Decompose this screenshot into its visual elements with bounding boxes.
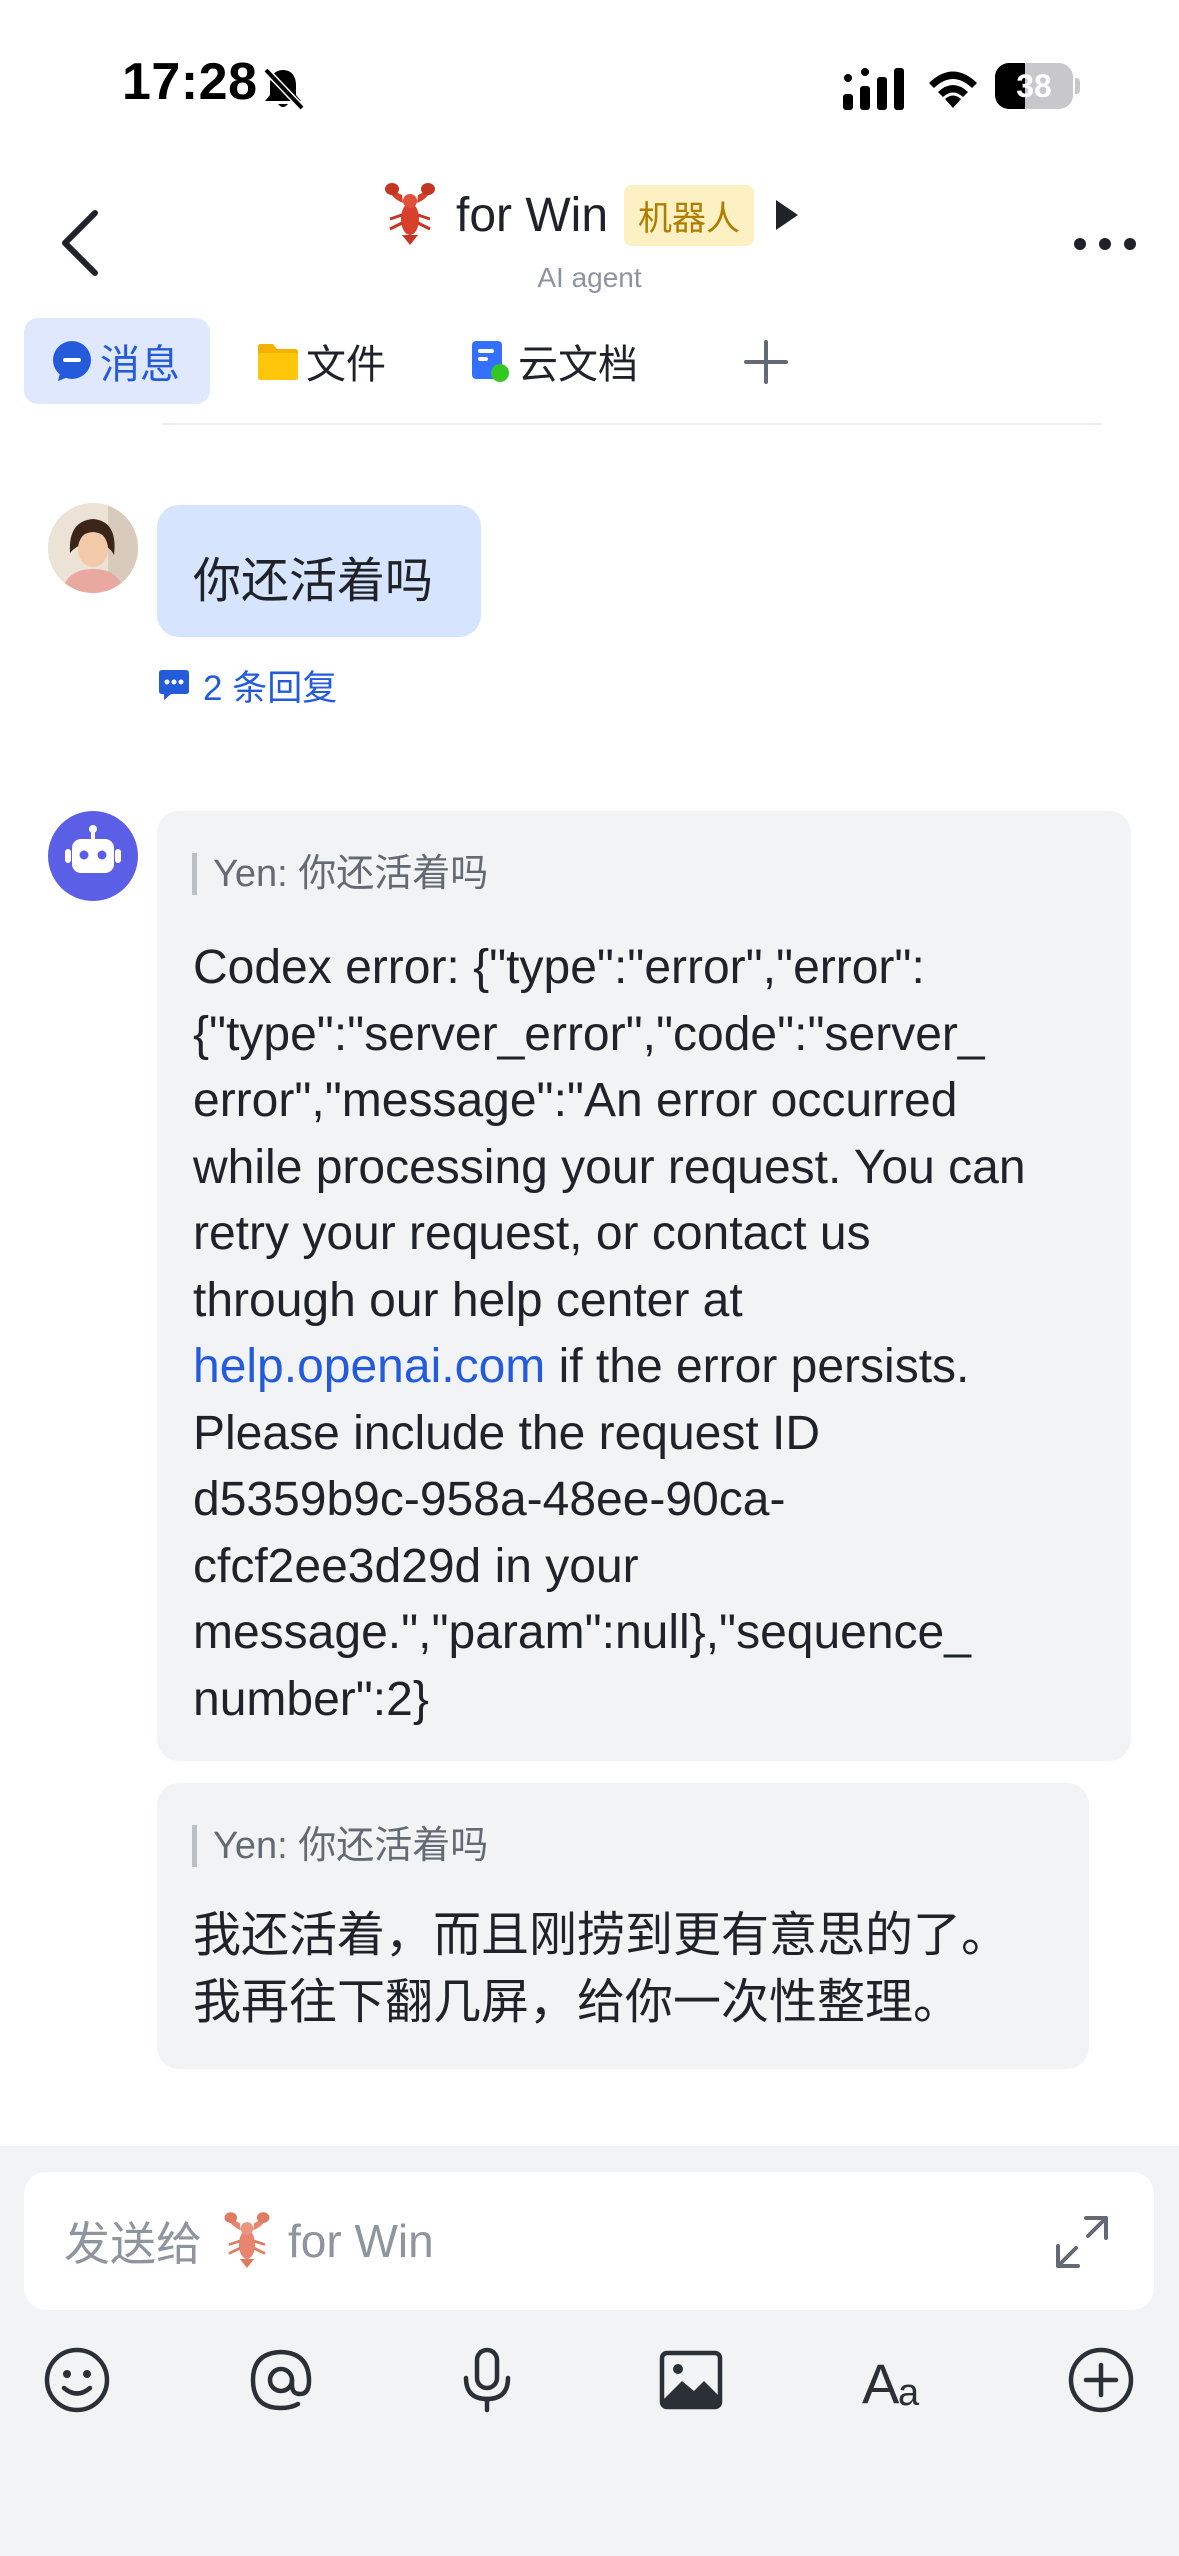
- tab-label: 云文档: [518, 343, 638, 387]
- link-tail-text: if the error persists.: [545, 1340, 970, 1393]
- folder-icon: [258, 344, 298, 380]
- expand-input-icon[interactable]: [1052, 2212, 1112, 2272]
- input-placeholder: 发送给 for Win: [64, 2172, 434, 2310]
- text-line: Please include the request ID: [193, 1406, 821, 1460]
- text-line: Codex error: {"type":"error","error":: [193, 941, 925, 994]
- text-line: through our help center at: [193, 1273, 743, 1327]
- status-time: 17:28: [122, 53, 258, 111]
- text-line: retry your request, or contact us: [193, 1207, 871, 1260]
- add-icon[interactable]: [1066, 2345, 1136, 2415]
- user-message-bubble[interactable]: 你还活着吗: [157, 505, 481, 637]
- message-icon: [53, 341, 91, 381]
- reply-count-label: 2 条回复: [203, 668, 338, 708]
- chat-subtitle: AI agent: [537, 262, 642, 293]
- status-bar: 17:28 38: [0, 0, 1179, 150]
- user-avatar[interactable]: [48, 503, 138, 593]
- placeholder-prefix: 发送给: [64, 2218, 202, 2270]
- text-line: d5359b9c-958a-48ee-90ca-: [193, 1473, 786, 1526]
- tab-files[interactable]: 文件: [256, 318, 386, 404]
- tab-label: 消息: [100, 343, 180, 387]
- mention-icon[interactable]: [246, 2345, 316, 2415]
- bot-message-bubble[interactable]: Yen: 你还活着吗 Codex error: {"type":"error",…: [157, 811, 1131, 1761]
- text-line: message.","param":null},"sequence_: [193, 1606, 971, 1659]
- text-line: 我再往下翻几屏，给你一次性整理。: [193, 1975, 962, 2029]
- emoji-icon[interactable]: [42, 2345, 112, 2415]
- doc-icon: [472, 341, 509, 382]
- help-center-link[interactable]: help.openai.com: [193, 1340, 545, 1393]
- header-divider: [162, 423, 1102, 425]
- battery-icon: 38: [995, 63, 1080, 109]
- chat-title: for Win: [456, 188, 609, 242]
- bot-badge: 机器人: [624, 184, 755, 246]
- text-line: 我还活着，而且刚捞到更有意思的了。: [193, 1909, 1010, 1962]
- quoted-message: Yen: 你还活着吗: [192, 1825, 488, 1867]
- user-photo: [48, 503, 138, 593]
- bot-avatar[interactable]: [48, 811, 138, 901]
- bot-message-text: Codex error: {"type":"error","error": {"…: [193, 935, 1093, 1733]
- image-icon[interactable]: [656, 2345, 726, 2415]
- text-line: {"type":"server_error","code":"server_: [193, 1007, 985, 1061]
- text-line-with-link: help.openai.com if the error persists.: [193, 1334, 1093, 1401]
- lobster-emoji-icon: [385, 183, 435, 245]
- text-line: number":2}: [193, 1672, 429, 1726]
- text-line: while processing your request. You can: [193, 1140, 1026, 1194]
- bot-message-bubble[interactable]: Yen: 你还活着吗 我还活着，而且刚捞到更有意思的了。 我再往下翻几屏，给你一…: [157, 1783, 1089, 2069]
- tab-label: 文件: [306, 343, 386, 387]
- thread-replies-link[interactable]: 2 条回复: [157, 662, 337, 708]
- more-options-icon[interactable]: [1072, 236, 1138, 252]
- reply-thread-icon: [159, 670, 189, 700]
- bot-message-text: 我还活着，而且刚捞到更有意思的了。 我再往下翻几屏，给你一次性整理。: [193, 1903, 1093, 2036]
- svg-text:A: A: [862, 2352, 900, 2415]
- chat-title-bar[interactable]: for Win 机器人: [380, 180, 800, 250]
- quoted-message: Yen: 你还活着吗: [192, 853, 488, 895]
- text-line: error","message":"An error occurred: [193, 1074, 958, 1127]
- text-format-icon[interactable]: A a: [860, 2345, 930, 2415]
- placeholder-name: for Win: [288, 2215, 434, 2267]
- svg-text:a: a: [898, 2372, 920, 2414]
- expand-arrow-icon[interactable]: [774, 198, 800, 232]
- battery-percent: 38: [1016, 68, 1052, 104]
- tab-docs[interactable]: 云文档: [468, 318, 638, 404]
- lobster-emoji-icon: [224, 2212, 270, 2268]
- text-line: cfcf2ee3d29d in your: [193, 1539, 639, 1593]
- tab-messages[interactable]: 消息: [24, 318, 210, 404]
- chat-screen: 17:28 38 for Win 机器人 AI agent 消息 文件 云文档 …: [0, 0, 1179, 2556]
- message-input[interactable]: 发送给 for Win: [24, 2172, 1154, 2310]
- add-tab-icon[interactable]: [744, 340, 788, 384]
- microphone-icon[interactable]: [452, 2345, 522, 2415]
- bell-muted-icon: [263, 67, 305, 111]
- wifi-icon: [929, 71, 977, 108]
- chat-tabs: 消息 文件 云文档: [0, 318, 1179, 408]
- robot-icon: [65, 825, 121, 873]
- cellular-signal-icon: [843, 68, 904, 110]
